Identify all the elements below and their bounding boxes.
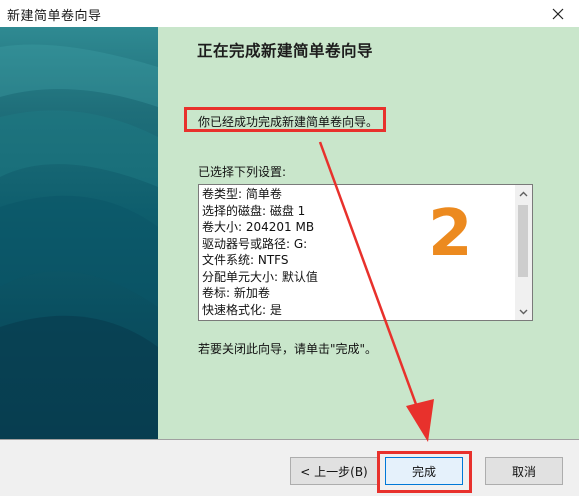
wizard-content: 正在完成新建简单卷向导 你已经成功完成新建简单卷向导。 已选择下列设置: 卷类型… — [158, 27, 579, 439]
page-title: 正在完成新建简单卷向导 — [197, 42, 374, 60]
scroll-up-button[interactable] — [515, 185, 532, 202]
close-instruction: 若要关闭此向导，请单击"完成"。 — [198, 342, 378, 356]
scroll-down-button[interactable] — [515, 303, 532, 320]
settings-listbox[interactable]: 卷类型: 简单卷 选择的磁盘: 磁盘 1 卷大小: 204201 MB 驱动器号… — [198, 184, 533, 321]
wizard-window: 新建简单卷向导 正在完成新建简单卷向导 你已经成功完成新建简单卷向导。 已选择下… — [0, 0, 579, 496]
setting-line: 卷标: 新加卷 — [202, 286, 270, 300]
setting-line: 文件系统: NTFS — [202, 253, 289, 267]
finish-highlight-box — [377, 451, 472, 493]
chevron-down-icon — [519, 309, 528, 314]
banner-graphic — [0, 44, 158, 439]
close-icon — [552, 8, 564, 19]
window-title: 新建简单卷向导 — [7, 9, 102, 24]
title-bar: 新建简单卷向导 — [0, 0, 579, 27]
cancel-button[interactable]: 取消 — [485, 457, 563, 485]
close-button[interactable] — [537, 0, 579, 27]
scroll-thumb[interactable] — [518, 205, 528, 277]
chevron-up-icon — [519, 191, 528, 196]
settings-label: 已选择下列设置: — [198, 165, 287, 179]
setting-line: 快速格式化: 是 — [202, 302, 282, 317]
settings-lines: 卷类型: 简单卷 选择的磁盘: 磁盘 1 卷大小: 204201 MB 驱动器号… — [202, 186, 318, 318]
step-annotation-number: 2 — [428, 197, 473, 271]
setting-line: 卷类型: 简单卷 — [202, 187, 282, 201]
back-button[interactable]: < 上一步(B) — [290, 457, 378, 485]
completed-message: 你已经成功完成新建简单卷向导。 — [198, 115, 379, 129]
vertical-scrollbar[interactable] — [515, 185, 532, 320]
wizard-side-banner — [0, 27, 158, 439]
footer-divider — [0, 439, 579, 440]
setting-line: 驱动器号或路径: G: — [202, 236, 308, 251]
setting-line: 分配单元大小: 默认值 — [202, 269, 318, 284]
setting-line: 选择的磁盘: 磁盘 1 — [202, 203, 306, 218]
setting-line: 卷大小: 204201 MB — [202, 220, 315, 234]
